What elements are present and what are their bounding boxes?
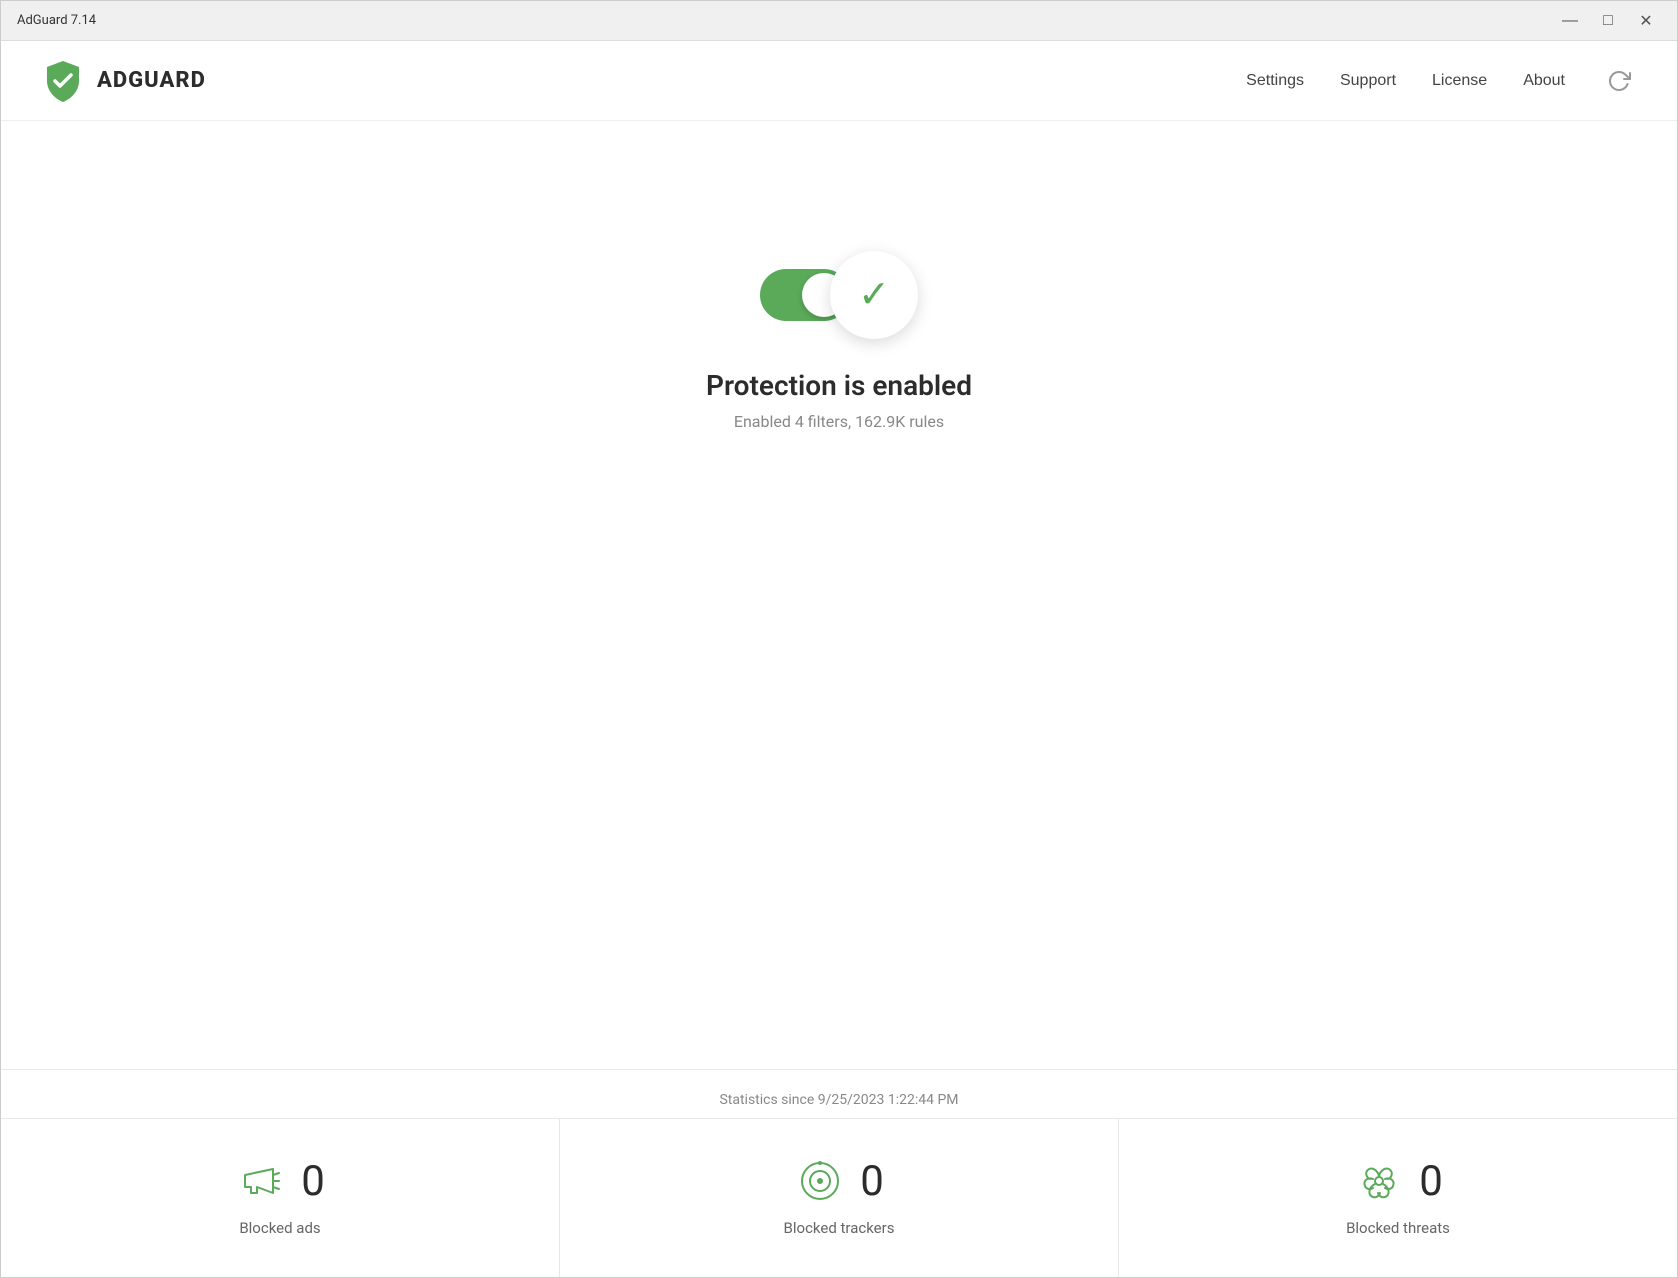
maximize-button[interactable]: □ bbox=[1593, 6, 1623, 36]
app-window: AdGuard 7.14 — □ ✕ ADGUARD Settings Supp… bbox=[0, 0, 1678, 1278]
blocked-ads-label: Blocked ads bbox=[239, 1219, 320, 1237]
blocked-trackers-count: 0 bbox=[860, 1157, 884, 1206]
blocked-threats-label: Blocked threats bbox=[1346, 1219, 1450, 1237]
nav-links: Settings Support License About bbox=[1246, 63, 1637, 99]
blocked-trackers-icon bbox=[794, 1155, 846, 1207]
blocked-trackers-count-area: 0 bbox=[794, 1155, 884, 1207]
refresh-button[interactable] bbox=[1601, 63, 1637, 99]
blocked-ads-count: 0 bbox=[301, 1157, 325, 1206]
blocked-trackers-label: Blocked trackers bbox=[784, 1219, 895, 1237]
window-controls: — □ ✕ bbox=[1555, 6, 1661, 36]
title-bar: AdGuard 7.14 — □ ✕ bbox=[1, 1, 1677, 41]
nav-settings[interactable]: Settings bbox=[1246, 72, 1304, 90]
blocked-threats-count-area: 0 bbox=[1353, 1155, 1443, 1207]
stats-grid: 0 Blocked ads bbox=[1, 1118, 1677, 1277]
blocked-threats-icon bbox=[1353, 1155, 1405, 1207]
app-header: ADGUARD Settings Support License About bbox=[1, 41, 1677, 121]
logo-text: ADGUARD bbox=[97, 68, 206, 93]
nav-about[interactable]: About bbox=[1523, 72, 1565, 90]
check-icon: ✓ bbox=[858, 276, 890, 314]
protection-status-text: Protection is enabled bbox=[706, 369, 972, 402]
close-button[interactable]: ✕ bbox=[1631, 6, 1661, 36]
nav-support[interactable]: Support bbox=[1340, 72, 1396, 90]
nav-license[interactable]: License bbox=[1432, 72, 1487, 90]
stat-blocked-trackers: 0 Blocked trackers bbox=[560, 1119, 1119, 1277]
protection-toggle-area: ✓ bbox=[760, 251, 918, 339]
stats-section: Statistics since 9/25/2023 1:22:44 PM 0 … bbox=[1, 1069, 1677, 1277]
logo-area: ADGUARD bbox=[41, 59, 206, 103]
blocked-ads-count-area: 0 bbox=[235, 1155, 325, 1207]
protection-subtitle-text: Enabled 4 filters, 162.9K rules bbox=[734, 412, 944, 431]
stat-blocked-ads: 0 Blocked ads bbox=[1, 1119, 560, 1277]
stat-blocked-threats: 0 Blocked threats bbox=[1119, 1119, 1677, 1277]
main-content: ✓ Protection is enabled Enabled 4 filter… bbox=[1, 121, 1677, 1277]
refresh-icon bbox=[1607, 69, 1631, 93]
protection-check-circle: ✓ bbox=[830, 251, 918, 339]
minimize-button[interactable]: — bbox=[1555, 6, 1585, 36]
blocked-threats-count: 0 bbox=[1419, 1157, 1443, 1206]
stats-since-label: Statistics since 9/25/2023 1:22:44 PM bbox=[1, 1070, 1677, 1118]
adguard-logo-icon bbox=[41, 59, 85, 103]
blocked-ads-icon bbox=[235, 1155, 287, 1207]
window-title: AdGuard 7.14 bbox=[17, 13, 1555, 28]
